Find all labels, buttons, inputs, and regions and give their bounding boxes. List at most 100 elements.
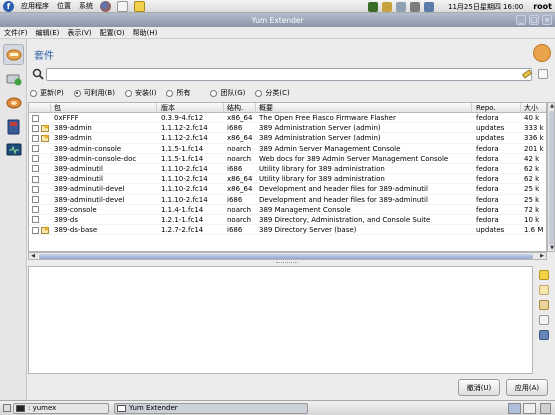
scroll-right-icon[interactable]: ▶: [538, 253, 546, 259]
repos-view-button[interactable]: [3, 116, 24, 137]
table-row[interactable]: 0xFFFF 0.3.9-4.fc12 x86_64 The Open Free Fi…: [29, 113, 546, 124]
workspace-2[interactable]: [523, 403, 536, 414]
radio-icon: [166, 89, 174, 97]
pkg-arch: x86_64: [227, 175, 253, 184]
filter-available[interactable]: 可利用(B): [73, 88, 115, 98]
table-row[interactable]: 389-admin 1.1.12-2.fc14 x86_64 389 Administ…: [29, 133, 546, 144]
window-titlebar[interactable]: Yum Extender _ □ ×: [0, 13, 555, 27]
taskbar-item-terminal[interactable]: : yumex: [13, 403, 109, 414]
pkg-name: 389-adminutil: [54, 164, 103, 173]
search-input[interactable]: [46, 68, 532, 81]
menu-edit[interactable]: 编辑(E): [32, 28, 64, 38]
col-arch[interactable]: 结构.: [224, 103, 256, 113]
table-row[interactable]: 389-console 1.1.4-1.fc14 noarch 389 Managem…: [29, 205, 546, 215]
row-checkbox[interactable]: [32, 196, 39, 203]
update-package-icon: [41, 226, 49, 235]
table-row[interactable]: 389-adminutil 1.1.10-2.fc14 i686 Utility li…: [29, 164, 546, 175]
table-row[interactable]: 389-ds 1.2.1-1.fc14 noarch 389 Directory, A…: [29, 215, 546, 226]
vertical-scroll-thumb[interactable]: [549, 111, 554, 245]
pkg-summary: 389 Admin Server Management Console: [259, 144, 401, 153]
pane-grip[interactable]: [276, 262, 298, 264]
table-row[interactable]: 389-admin-console-doc 1.1.5-1.fc14 noarch W…: [29, 154, 546, 164]
display-icon[interactable]: [396, 1, 407, 12]
col-name[interactable]: 包: [51, 103, 157, 113]
monitor-icon[interactable]: [424, 1, 435, 12]
col-repo[interactable]: Repo.: [473, 103, 521, 113]
table-row[interactable]: 389-ds-base 1.2.7-2.fc14 i686 389 Directory…: [29, 225, 546, 236]
row-checkbox[interactable]: [32, 114, 39, 122]
col-select[interactable]: [29, 103, 51, 113]
col-size[interactable]: 大小: [521, 103, 546, 113]
radio-icon: [255, 89, 263, 97]
row-checkbox[interactable]: [32, 145, 39, 153]
output-view-button[interactable]: [3, 139, 24, 160]
places-menu[interactable]: 位置: [53, 1, 75, 11]
filter-groups[interactable]: 团队(G): [210, 88, 245, 98]
system-menu[interactable]: 系统: [75, 1, 97, 11]
packages-view-button[interactable]: [3, 44, 24, 65]
editor-icon[interactable]: [134, 0, 145, 12]
filter-installed[interactable]: 安装(I): [124, 88, 156, 98]
pane-divider[interactable]: [28, 261, 547, 265]
menu-view[interactable]: 表示(V): [63, 28, 95, 38]
volume-icon[interactable]: [410, 1, 421, 12]
firefox-icon[interactable]: [100, 0, 111, 12]
trash-icon[interactable]: [540, 403, 551, 414]
close-icon[interactable]: ×: [542, 15, 552, 25]
vertical-scrollbar[interactable]: ▲ ▼: [547, 102, 555, 252]
row-checkbox[interactable]: [32, 165, 39, 173]
groups-view-button[interactable]: [3, 92, 24, 113]
filter-all[interactable]: 所有: [166, 88, 190, 98]
minimize-icon[interactable]: _: [516, 15, 526, 25]
taskbar-item-yumex[interactable]: Yum Extender: [114, 403, 308, 414]
table-row[interactable]: 389-admin-console 1.1.5-1.fc14 noarch 389 A…: [29, 144, 546, 154]
update-notifier-icon[interactable]: [368, 1, 379, 12]
description-icon[interactable]: [539, 270, 549, 280]
scroll-down-icon[interactable]: ▼: [548, 245, 555, 251]
row-checkbox[interactable]: [32, 155, 39, 163]
edit-icon[interactable]: [539, 300, 549, 310]
clear-search-icon[interactable]: [522, 69, 532, 79]
horizontal-scrollbar[interactable]: ◀ ▶: [28, 252, 547, 260]
filter-updates[interactable]: 更新(P): [30, 88, 64, 98]
queue-view-button[interactable]: [3, 68, 24, 89]
row-checkbox[interactable]: [32, 226, 39, 234]
scroll-left-icon[interactable]: ◀: [29, 253, 37, 259]
fedora-logo-icon[interactable]: f: [3, 0, 14, 12]
cancel-button[interactable]: 撤消(U): [458, 379, 500, 396]
table-row[interactable]: 389-adminutil-devel 1.1.10-2.fc14 x86_64 De…: [29, 184, 546, 195]
table-row[interactable]: 389-admin 1.1.12-2.fc14 i686 389 Administra…: [29, 123, 546, 134]
maximize-icon[interactable]: □: [529, 15, 539, 25]
network-icon[interactable]: [382, 1, 393, 12]
row-checkbox[interactable]: [32, 216, 39, 224]
pkg-arch: i686: [227, 164, 243, 173]
table-row[interactable]: 389-adminutil 1.1.10-2.fc14 x86_64 Utility …: [29, 174, 546, 185]
menu-options[interactable]: 配置(O): [96, 28, 129, 38]
row-checkbox[interactable]: [32, 185, 39, 193]
col-version[interactable]: 版本: [158, 103, 224, 113]
search-options-button[interactable]: [538, 69, 548, 79]
menu-file[interactable]: 文件(F): [0, 28, 32, 38]
changelog-icon[interactable]: [539, 285, 549, 295]
applications-menu[interactable]: 应用程序: [17, 1, 53, 11]
row-checkbox[interactable]: [32, 124, 39, 132]
user-name[interactable]: root: [533, 2, 552, 11]
package-icon: [41, 145, 49, 153]
pkg-repo: updates: [476, 124, 505, 133]
table-row[interactable]: 389-adminutil-devel 1.1.10-2.fc14 i686 Deve…: [29, 195, 546, 205]
mail-icon[interactable]: [117, 0, 128, 12]
horizontal-scroll-thumb[interactable]: [39, 254, 533, 259]
row-checkbox[interactable]: [32, 206, 39, 214]
apply-button[interactable]: 应用(A): [506, 379, 548, 396]
filter-categories[interactable]: 分类(C): [255, 88, 290, 98]
menu-help[interactable]: 帮助(H): [129, 28, 162, 38]
workspace-1[interactable]: [508, 403, 521, 414]
col-summary[interactable]: 概要: [256, 103, 472, 113]
scroll-up-icon[interactable]: ▲: [548, 103, 555, 109]
row-checkbox[interactable]: [32, 134, 39, 142]
row-checkbox[interactable]: [32, 175, 39, 183]
show-desktop-icon[interactable]: [3, 404, 11, 412]
dependencies-icon[interactable]: [539, 330, 549, 340]
files-icon[interactable]: [539, 315, 549, 325]
clock[interactable]: 11月25日星期四 16:00: [448, 2, 523, 12]
